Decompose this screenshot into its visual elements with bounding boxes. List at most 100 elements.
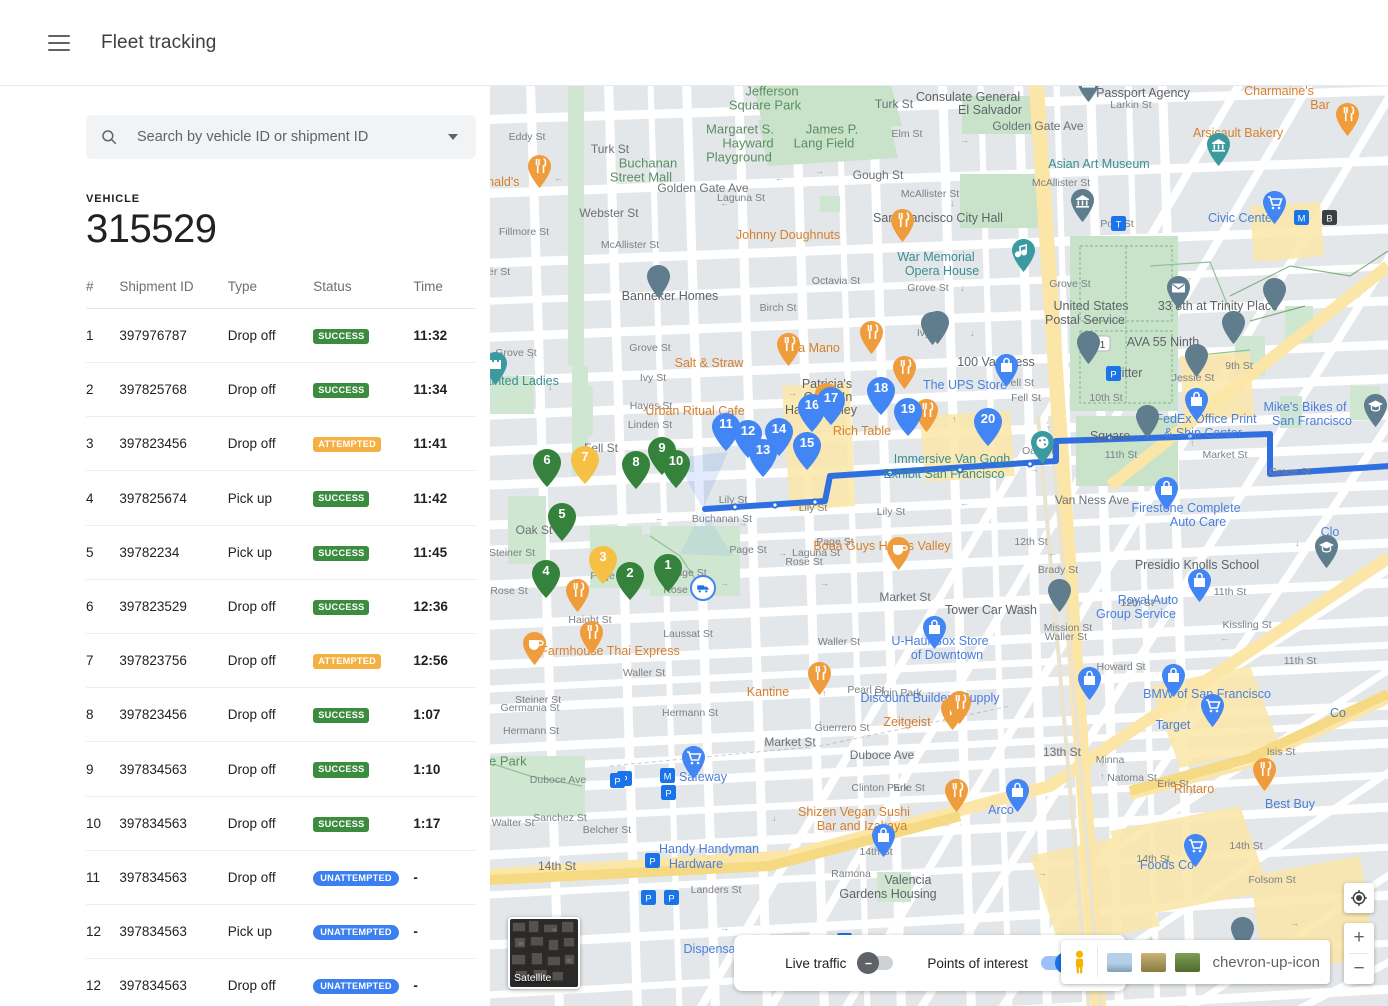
map-transit-icon[interactable]: P bbox=[664, 890, 679, 905]
map-transit-icon[interactable]: P bbox=[641, 890, 656, 905]
stop-marker-2[interactable]: 2 bbox=[616, 562, 644, 600]
map-poi-pin[interactable] bbox=[1201, 694, 1225, 727]
stop-marker-15[interactable]: 15 bbox=[793, 432, 821, 470]
table-row[interactable]: 4397825674Pick upSUCCESS11:42 bbox=[86, 471, 476, 525]
map-poi-pin[interactable] bbox=[1222, 311, 1246, 344]
layer-thumb-hybrid[interactable] bbox=[1175, 953, 1200, 972]
map-transit-icon[interactable]: P bbox=[661, 785, 676, 800]
table-row[interactable]: 1397976787Drop offSUCCESS11:32 bbox=[86, 308, 476, 362]
map-poi-pin[interactable] bbox=[1364, 394, 1388, 427]
stop-marker-5[interactable]: 5 bbox=[548, 503, 576, 541]
map-poi-pin[interactable] bbox=[808, 662, 832, 695]
layer-thumb-satellite[interactable] bbox=[1141, 953, 1166, 972]
map-poi-pin[interactable] bbox=[1162, 664, 1186, 697]
map-transit-icon[interactable]: M bbox=[660, 768, 675, 783]
live-traffic-switch[interactable] bbox=[859, 956, 893, 970]
map-poi-pin[interactable] bbox=[1263, 191, 1287, 224]
stop-marker-19[interactable]: 19 bbox=[894, 398, 922, 436]
chevron-down-icon[interactable] bbox=[448, 134, 458, 140]
table-row[interactable]: 3397823456Drop offATTEMPTED11:41 bbox=[86, 417, 476, 471]
map-poi-pin[interactable] bbox=[1184, 834, 1208, 867]
map-zoom-controls[interactable]: + − bbox=[1344, 883, 1374, 984]
vehicle-marker[interactable] bbox=[690, 575, 716, 601]
map-layer-bar[interactable]: chevron-up-icon bbox=[1061, 940, 1330, 984]
map-poi-pin[interactable] bbox=[1185, 388, 1209, 421]
table-row[interactable]: 2397825768Drop offSUCCESS11:34 bbox=[86, 363, 476, 417]
stop-marker-14[interactable]: 14 bbox=[765, 418, 793, 456]
stop-marker-3[interactable]: 3 bbox=[589, 546, 617, 584]
map-transit-icon[interactable]: M bbox=[1294, 210, 1309, 225]
table-row[interactable]: 9397834563Drop offSUCCESS1:10 bbox=[86, 742, 476, 796]
map-transit-icon[interactable]: P bbox=[1106, 366, 1121, 381]
table-row[interactable]: 539782234Pick upSUCCESS11:45 bbox=[86, 525, 476, 579]
table-row[interactable]: 6397823529Drop offSUCCESS12:36 bbox=[86, 579, 476, 633]
map-poi-pin[interactable] bbox=[1077, 86, 1101, 102]
map-transit-icon[interactable]: T bbox=[1111, 216, 1126, 231]
map-poi-pin[interactable] bbox=[921, 312, 945, 345]
map-poi-pin[interactable] bbox=[1167, 276, 1191, 309]
map-poi-pin[interactable] bbox=[945, 779, 969, 812]
map-transit-icon[interactable]: P bbox=[645, 853, 660, 868]
zoom-in-button[interactable]: + bbox=[1344, 923, 1374, 953]
map-poi-pin[interactable] bbox=[1185, 344, 1209, 377]
stop-marker-10[interactable]: 10 bbox=[662, 450, 690, 488]
table-row[interactable]: 11397834563Drop offUNATTEMPTED- bbox=[86, 850, 476, 904]
map-poi-pin[interactable] bbox=[1263, 278, 1287, 311]
map-canvas[interactable]: ←←← ←←→ →↓→ ↓↓↓ ←←↑ ↑↓← →←→ →→→ ←←← ←↑↑ … bbox=[490, 86, 1388, 1006]
map-poi-pin[interactable] bbox=[647, 265, 671, 298]
my-location-button[interactable] bbox=[1344, 883, 1374, 913]
chevron-up-icon[interactable]: chevron-up-icon bbox=[1212, 954, 1320, 971]
map-poi-pin[interactable] bbox=[528, 155, 552, 188]
map-poi-pin[interactable] bbox=[1155, 477, 1179, 510]
map-poi-pin[interactable] bbox=[1006, 779, 1030, 812]
map-poi-pin[interactable] bbox=[682, 746, 706, 779]
map-poi-pin[interactable] bbox=[923, 616, 947, 649]
points-of-interest-toggle-group[interactable]: Points of interest bbox=[927, 956, 1075, 971]
stop-marker-7[interactable]: 7 bbox=[571, 446, 599, 484]
map-poi-pin[interactable] bbox=[893, 356, 917, 389]
map-poi-pin[interactable] bbox=[995, 354, 1019, 387]
map-poi-pin[interactable] bbox=[887, 537, 911, 570]
map-poi-pin[interactable] bbox=[566, 579, 590, 612]
map-poi-pin[interactable] bbox=[1012, 239, 1036, 272]
hamburger-menu-icon[interactable] bbox=[48, 35, 70, 51]
map-poi-pin[interactable] bbox=[891, 209, 915, 242]
map-poi-pin[interactable] bbox=[523, 632, 547, 665]
map-poi-pin[interactable] bbox=[490, 352, 508, 385]
map-poi-pin[interactable] bbox=[580, 621, 604, 654]
stop-marker-1[interactable]: 1 bbox=[654, 554, 682, 592]
satellite-layer-thumbnail[interactable]: Satellite bbox=[508, 917, 580, 989]
stop-marker-18[interactable]: 18 bbox=[867, 377, 895, 415]
map-poi-pin[interactable] bbox=[1207, 133, 1231, 166]
stop-marker-20[interactable]: 20 bbox=[974, 408, 1002, 446]
pegman-icon[interactable] bbox=[1071, 949, 1088, 975]
search-input[interactable]: Search by vehicle ID or shipment ID bbox=[86, 115, 476, 159]
table-row[interactable]: 8397823456Drop offSUCCESS1:07 bbox=[86, 688, 476, 742]
map-poi-pin[interactable] bbox=[1336, 103, 1360, 136]
table-row[interactable]: 12397834563Pick upUNATTEMPTED- bbox=[86, 905, 476, 959]
map-transit-icon[interactable]: P bbox=[610, 773, 625, 788]
stop-marker-4[interactable]: 4 bbox=[532, 560, 560, 598]
map-poi-pin[interactable] bbox=[1188, 569, 1212, 602]
map-poi-pin[interactable] bbox=[1078, 667, 1102, 700]
map-poi-pin[interactable] bbox=[948, 691, 972, 724]
stop-marker-8[interactable]: 8 bbox=[622, 451, 650, 489]
map-poi-pin[interactable] bbox=[1071, 189, 1095, 222]
map-poi-pin[interactable] bbox=[1031, 431, 1055, 464]
layer-thumb-terrain[interactable] bbox=[1107, 953, 1132, 972]
zoom-out-button[interactable]: − bbox=[1344, 954, 1374, 984]
table-row[interactable]: 10397834563Drop offSUCCESS1:17 bbox=[86, 796, 476, 850]
map-poi-pin[interactable] bbox=[1136, 405, 1160, 438]
map-poi-pin[interactable] bbox=[1077, 331, 1101, 364]
map-poi-pin[interactable] bbox=[1048, 579, 1072, 612]
stop-marker-6[interactable]: 6 bbox=[533, 449, 561, 487]
map-poi-pin[interactable] bbox=[1253, 758, 1277, 791]
table-row[interactable]: 7397823756Drop offATTEMPTED12:56 bbox=[86, 634, 476, 688]
table-row[interactable]: 12397834563Drop offUNATTEMPTED- bbox=[86, 959, 476, 1006]
stop-marker-17[interactable]: 17 bbox=[817, 387, 845, 425]
map-poi-pin[interactable] bbox=[777, 333, 801, 366]
live-traffic-toggle-group[interactable]: Live traffic bbox=[785, 956, 893, 971]
zoom-button-stack[interactable]: + − bbox=[1344, 923, 1374, 984]
map-poi-pin[interactable] bbox=[860, 321, 884, 354]
map-transit-icon[interactable]: B bbox=[1322, 210, 1337, 225]
